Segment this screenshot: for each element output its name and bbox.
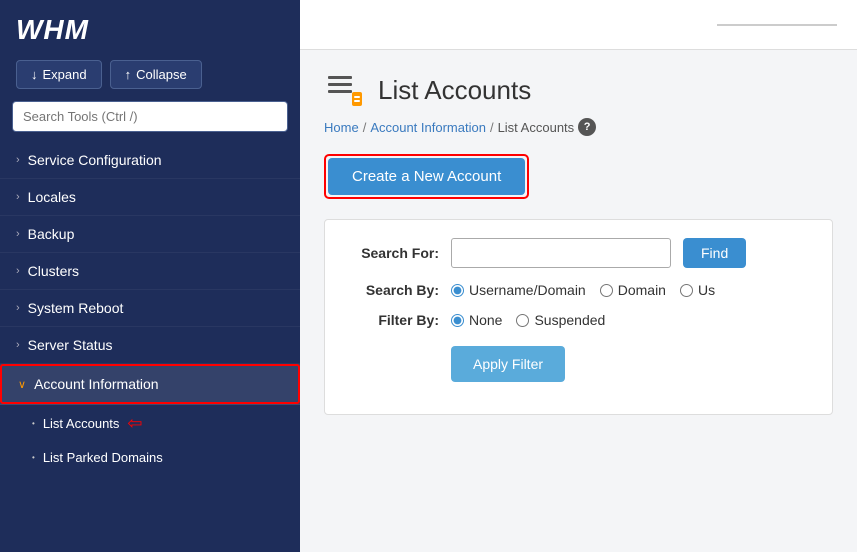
apply-filter-button[interactable]: Apply Filter (451, 346, 565, 382)
top-bar-line (717, 24, 837, 26)
list-accounts-icon (324, 70, 364, 110)
radio-label: Suspended (534, 312, 605, 328)
search-for-row: Search For: Find (349, 238, 808, 268)
sidebar-item-system-reboot[interactable]: › System Reboot (0, 290, 300, 327)
breadcrumb-sep-1: / (363, 120, 367, 135)
collapse-arrow-icon: ↑ (125, 67, 132, 82)
breadcrumb: Home / Account Information / List Accoun… (324, 118, 833, 136)
search-panel: Search For: Find Search By: Username/Dom… (324, 219, 833, 415)
page-header: List Accounts (324, 70, 833, 110)
create-new-account-button[interactable]: Create a New Account (328, 158, 525, 195)
filter-none[interactable]: None (451, 312, 502, 328)
arrow-left-icon: ⇦ (127, 413, 142, 434)
sidebar-item-label: System Reboot (28, 300, 124, 316)
search-by-row: Search By: Username/Domain Domain Us (349, 282, 808, 298)
sidebar-item-service-configuration[interactable]: › Service Configuration (0, 142, 300, 179)
sidebar-item-label: Service Configuration (28, 152, 162, 168)
sidebar-item-label: Locales (28, 189, 76, 205)
sub-item-label: List Accounts (43, 416, 120, 431)
sidebar-item-label: Account Information (34, 376, 159, 392)
sidebar-item-locales[interactable]: › Locales (0, 179, 300, 216)
find-button[interactable]: Find (683, 238, 746, 268)
chevron-right-icon: › (16, 265, 20, 277)
radio-label: Username/Domain (469, 282, 586, 298)
sidebar-item-label: Backup (28, 226, 75, 242)
search-by-us[interactable]: Us (680, 282, 715, 298)
expand-arrow-icon: ↓ (31, 67, 38, 82)
filter-suspended[interactable]: Suspended (516, 312, 605, 328)
sidebar-item-backup[interactable]: › Backup (0, 216, 300, 253)
sidebar-item-clusters[interactable]: › Clusters (0, 253, 300, 290)
radio-label: Domain (618, 282, 666, 298)
search-by-domain[interactable]: Domain (600, 282, 666, 298)
search-bar (12, 101, 288, 132)
filter-by-options: None Suspended (451, 312, 605, 328)
create-new-account-wrapper: Create a New Account (324, 154, 529, 199)
search-tools-input[interactable] (12, 101, 288, 132)
search-by-username-domain[interactable]: Username/Domain (451, 282, 586, 298)
sub-item-label: List Parked Domains (43, 450, 163, 465)
breadcrumb-sep-2: / (490, 120, 494, 135)
chevron-right-icon: › (16, 228, 20, 240)
sidebar: WHM ↓ Expand ↑ Collapse › Service Config… (0, 0, 300, 552)
content-area: List Accounts Home / Account Information… (300, 50, 857, 552)
radio-label: Us (698, 282, 715, 298)
top-bar (300, 0, 857, 50)
collapse-button[interactable]: ↑ Collapse (110, 60, 202, 89)
chevron-right-icon: › (16, 302, 20, 314)
sidebar-buttons: ↓ Expand ↑ Collapse (0, 56, 300, 101)
search-by-options: Username/Domain Domain Us (451, 282, 715, 298)
chevron-right-icon: › (16, 191, 20, 203)
sidebar-nav: › Service Configuration › Locales › Back… (0, 142, 300, 552)
apply-filter-row: Apply Filter (451, 342, 808, 382)
sidebar-subitem-list-accounts[interactable]: • List Accounts ⇦ (0, 405, 300, 442)
search-for-label: Search For: (349, 245, 439, 261)
chevron-down-icon: ∨ (18, 378, 26, 391)
logo-area: WHM (0, 0, 300, 56)
chevron-right-icon: › (16, 339, 20, 351)
expand-button[interactable]: ↓ Expand (16, 60, 102, 89)
search-by-label: Search By: (349, 282, 439, 298)
filter-by-label: Filter By: (349, 312, 439, 328)
sidebar-item-label: Clusters (28, 263, 79, 279)
sidebar-subitem-list-parked-domains[interactable]: • List Parked Domains (0, 442, 300, 473)
breadcrumb-account-info[interactable]: Account Information (370, 120, 486, 135)
bullet-icon: • (32, 453, 35, 462)
radio-label: None (469, 312, 502, 328)
breadcrumb-current: List Accounts (498, 120, 575, 135)
sidebar-item-server-status[interactable]: › Server Status (0, 327, 300, 364)
filter-by-row: Filter By: None Suspended (349, 312, 808, 328)
page-title: List Accounts (378, 75, 531, 106)
help-icon[interactable]: ? (578, 118, 596, 136)
sidebar-item-account-information[interactable]: ∨ Account Information (0, 364, 300, 405)
sidebar-item-label: Server Status (28, 337, 113, 353)
logo: WHM (16, 14, 89, 46)
search-for-input[interactable] (451, 238, 671, 268)
bullet-icon: • (32, 419, 35, 428)
main-content: List Accounts Home / Account Information… (300, 0, 857, 552)
breadcrumb-home[interactable]: Home (324, 120, 359, 135)
chevron-right-icon: › (16, 154, 20, 166)
